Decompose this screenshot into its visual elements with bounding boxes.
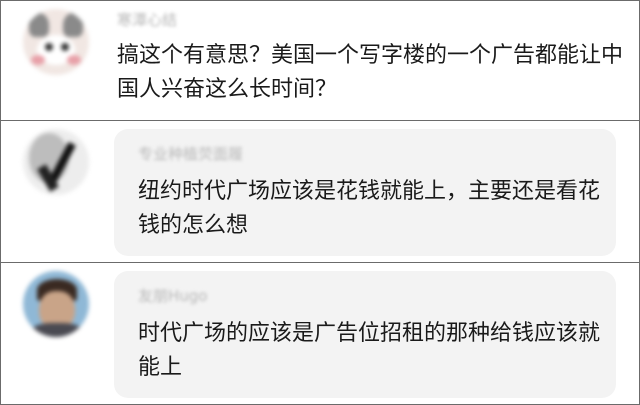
username[interactable]: 友朋Hugo [138, 285, 208, 306]
user-avatar[interactable] [23, 129, 89, 195]
comment-text: 纽约时代广场应该是花钱就能上，主要还是看花钱的怎么想 [138, 179, 601, 238]
comment-card: 友朋Hugo 时代广场的应该是广告位招租的那种给钱应该就能上 [0, 262, 640, 405]
username[interactable]: 寒潭心结 [117, 9, 177, 30]
comment-bubble: 友朋Hugo 时代广场的应该是广告位招租的那种给钱应该就能上 [114, 271, 616, 398]
comment-card: 寒潭心结 搞这个有意思？美国一个写字楼的一个广告都能让中国人兴奋这么长时间？ [0, 0, 640, 121]
username[interactable]: 专业种植荧面履 [138, 143, 243, 164]
comment-text: 时代广场的应该是广告位招租的那种给钱应该就能上 [138, 321, 601, 380]
user-avatar[interactable] [23, 9, 89, 75]
comment-bubble: 专业种植荧面履 纽约时代广场应该是花钱就能上，主要还是看花钱的怎么想 [114, 129, 616, 256]
user-avatar[interactable] [23, 271, 89, 337]
comment-text: 搞这个有意思？美国一个写字楼的一个广告都能让中国人兴奋这么长时间？ [117, 43, 624, 102]
comment-card: 专业种植荧面履 纽约时代广场应该是花钱就能上，主要还是看花钱的怎么想 [0, 120, 640, 263]
